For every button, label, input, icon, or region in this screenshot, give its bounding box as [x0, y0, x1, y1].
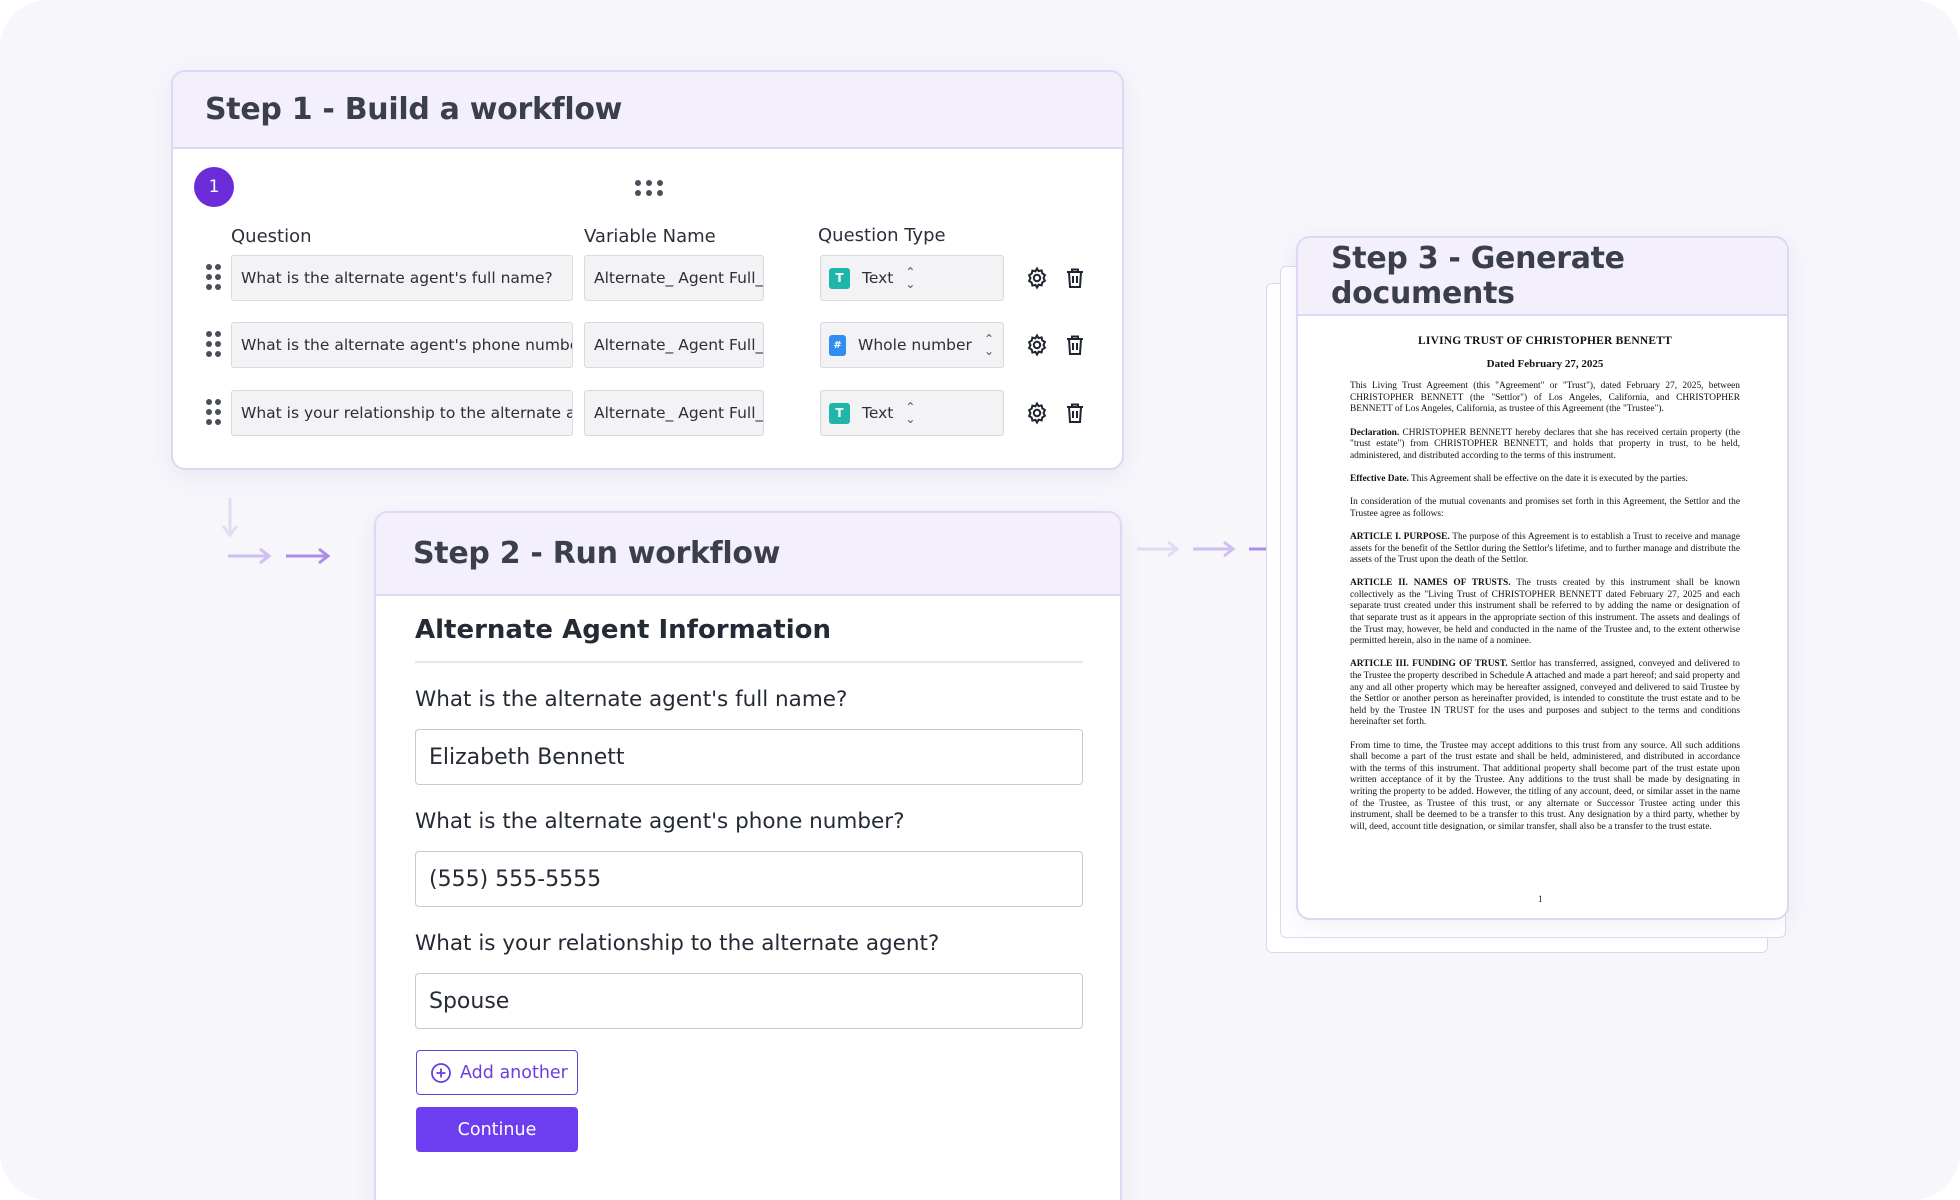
- document-paragraph: ARTICLE III. FUNDING OF TRUST. Settlor h…: [1350, 659, 1740, 728]
- chevron-updown-icon: ⌃ ⌄: [905, 265, 916, 291]
- trash-icon[interactable]: [1063, 401, 1087, 425]
- step1-panel: Step 1 - Build a workflow 1 Question Var…: [171, 70, 1124, 470]
- text-type-icon: T: [829, 267, 850, 289]
- add-another-button[interactable]: Add another: [416, 1050, 578, 1095]
- form-divider: [415, 661, 1083, 663]
- chevron-updown-icon: ⌃ ⌄: [983, 332, 994, 358]
- full-name-label: What is the alternate agent's full name?: [415, 687, 848, 712]
- step3-panel: Step 3 - Generate documents LIVING TRUST…: [1296, 236, 1789, 920]
- text-type-icon: T: [829, 402, 850, 424]
- step3-title: Step 3 - Generate documents: [1331, 241, 1625, 311]
- number-type-icon: #: [829, 334, 847, 356]
- page-number: 1: [1538, 894, 1543, 904]
- plus-circle-icon: [431, 1062, 451, 1083]
- row-grip-icon[interactable]: [206, 399, 221, 427]
- drag-handle-icon[interactable]: [635, 180, 665, 196]
- document-paragraph: In consideration of the mutual covenants…: [1350, 497, 1740, 519]
- chevron-updown-icon: ⌃ ⌄: [905, 400, 916, 426]
- phone-input[interactable]: (555) 555-5555: [415, 851, 1083, 907]
- question-row: What is your relationship to the alterna…: [173, 390, 1122, 436]
- relationship-input[interactable]: Spouse: [415, 973, 1083, 1029]
- flow-arrow-icon: [221, 498, 331, 565]
- gear-icon[interactable]: [1025, 401, 1049, 425]
- phone-label: What is the alternate agent's phone numb…: [415, 809, 905, 834]
- variable-name-input[interactable]: Alternate_ Agent Full_Name: [584, 255, 764, 301]
- full-name-input[interactable]: Elizabeth Bennett: [415, 729, 1083, 785]
- trash-icon[interactable]: [1063, 266, 1087, 290]
- variable-name-input[interactable]: Alternate_ Agent Full_Name: [584, 390, 764, 436]
- question-input[interactable]: What is your relationship to the alterna…: [231, 390, 573, 436]
- variable-name-input[interactable]: Alternate_ Agent Full_Name: [584, 322, 764, 368]
- question-type-select[interactable]: T Text ⌃ ⌄: [820, 390, 1004, 436]
- document-title: LIVING TRUST OF CHRISTOPHER BENNETT: [1418, 335, 1672, 347]
- canvas: Step 1 - Build a workflow 1 Question Var…: [0, 0, 1960, 1200]
- question-type-select[interactable]: T Text ⌃ ⌄: [820, 255, 1004, 301]
- trash-icon[interactable]: [1063, 333, 1087, 357]
- question-row: What is the alternate agent's full name?…: [173, 255, 1122, 301]
- document-paragraph: ARTICLE I. PURPOSE. The purpose of this …: [1350, 531, 1740, 566]
- relationship-label: What is your relationship to the alterna…: [415, 931, 940, 956]
- row-grip-icon[interactable]: [206, 331, 221, 359]
- document-date: Dated February 27, 2025: [1486, 357, 1604, 370]
- gear-icon[interactable]: [1025, 266, 1049, 290]
- step2-header: Step 2 - Run workflow: [376, 513, 1120, 596]
- form-title: Alternate Agent Information: [415, 615, 831, 645]
- document-paragraph: Effective Date. This Agreement shall be …: [1350, 473, 1688, 484]
- gear-icon[interactable]: [1025, 333, 1049, 357]
- question-input[interactable]: What is the alternate agent's full name?: [231, 255, 573, 301]
- question-type-value: Text: [862, 404, 894, 422]
- step3-header: Step 3 - Generate documents: [1298, 238, 1787, 316]
- document-paragraph: Declaration. CHRISTOPHER BENNETT hereby …: [1350, 427, 1740, 461]
- document-paragraph: From time to time, the Trustee may accep…: [1350, 740, 1740, 832]
- question-row: What is the alternate agent's phone numb…: [173, 322, 1122, 368]
- question-type-value: Whole number: [858, 336, 972, 354]
- row-grip-icon[interactable]: [206, 264, 221, 292]
- generated-document: LIVING TRUST OF CHRISTOPHER BENNETT Date…: [1350, 335, 1740, 845]
- continue-button[interactable]: Continue: [416, 1107, 578, 1152]
- column-header-type: Question Type: [818, 225, 946, 246]
- document-paragraph: This Living Trust Agreement (this "Agree…: [1350, 381, 1740, 415]
- column-header-variable: Variable Name: [584, 226, 716, 247]
- step1-header: Step 1 - Build a workflow: [173, 72, 1122, 149]
- step2-title: Step 2 - Run workflow: [413, 536, 781, 571]
- step2-panel: Step 2 - Run workflow Alternate Agent In…: [374, 511, 1122, 1200]
- step1-title: Step 1 - Build a workflow: [205, 92, 623, 127]
- column-header-question: Question: [231, 226, 312, 247]
- question-number-badge: 1: [194, 167, 234, 207]
- question-type-value: Text: [862, 269, 894, 287]
- question-type-select[interactable]: # Whole number ⌃ ⌄: [820, 322, 1004, 368]
- document-paragraph: ARTICLE II. NAMES OF TRUSTS. The trusts …: [1350, 578, 1740, 647]
- question-input[interactable]: What is the alternate agent's phone numb…: [231, 322, 573, 368]
- add-another-label: Add another: [460, 1062, 568, 1083]
